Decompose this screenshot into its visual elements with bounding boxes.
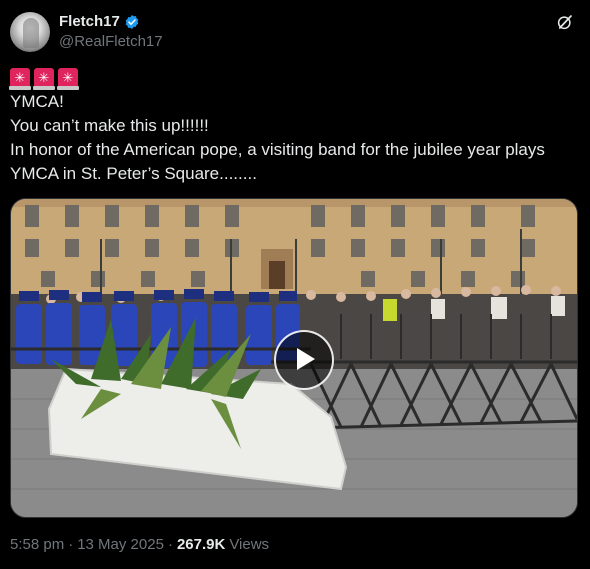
tweet-line: In honor of the American pope, a visitin… xyxy=(10,140,545,159)
tweet-date[interactable]: 13 May 2025 xyxy=(77,536,164,553)
author-handle[interactable]: @RealFletch17 xyxy=(59,33,163,50)
tweet-line: YMCA! xyxy=(10,92,64,111)
rotating-light-emoji xyxy=(57,68,79,90)
tweet-meta: 5:58 pm · 13 May 2025 · 267.9K Views xyxy=(10,536,269,553)
author-name[interactable]: Fletch17 xyxy=(59,13,120,30)
meta-separator: · xyxy=(167,536,173,553)
author-name-row: Fletch17 xyxy=(59,13,140,30)
video-player[interactable] xyxy=(10,198,578,518)
grok-icon[interactable] xyxy=(556,13,574,31)
tweet-text: YMCA! You can’t make this up!!!!!! In ho… xyxy=(9,66,580,186)
emoji-row xyxy=(9,66,580,90)
tweet-line: You can’t make this up!!!!!! xyxy=(10,116,209,135)
avatar[interactable] xyxy=(10,12,50,52)
play-icon[interactable] xyxy=(274,330,334,390)
verified-badge-icon xyxy=(125,14,139,29)
tweet-time[interactable]: 5:58 pm xyxy=(10,536,64,553)
meta-separator: · xyxy=(68,536,74,553)
rotating-light-emoji xyxy=(9,68,31,90)
rotating-light-emoji xyxy=(33,68,55,90)
tweet-line: YMCA in St. Peter’s Square........ xyxy=(10,164,257,183)
views-label: Views xyxy=(229,536,270,553)
tweet: Fletch17 @RealFletch17 YMCA! You can’t m… xyxy=(0,0,590,569)
views-count[interactable]: 267.9K xyxy=(177,536,225,553)
